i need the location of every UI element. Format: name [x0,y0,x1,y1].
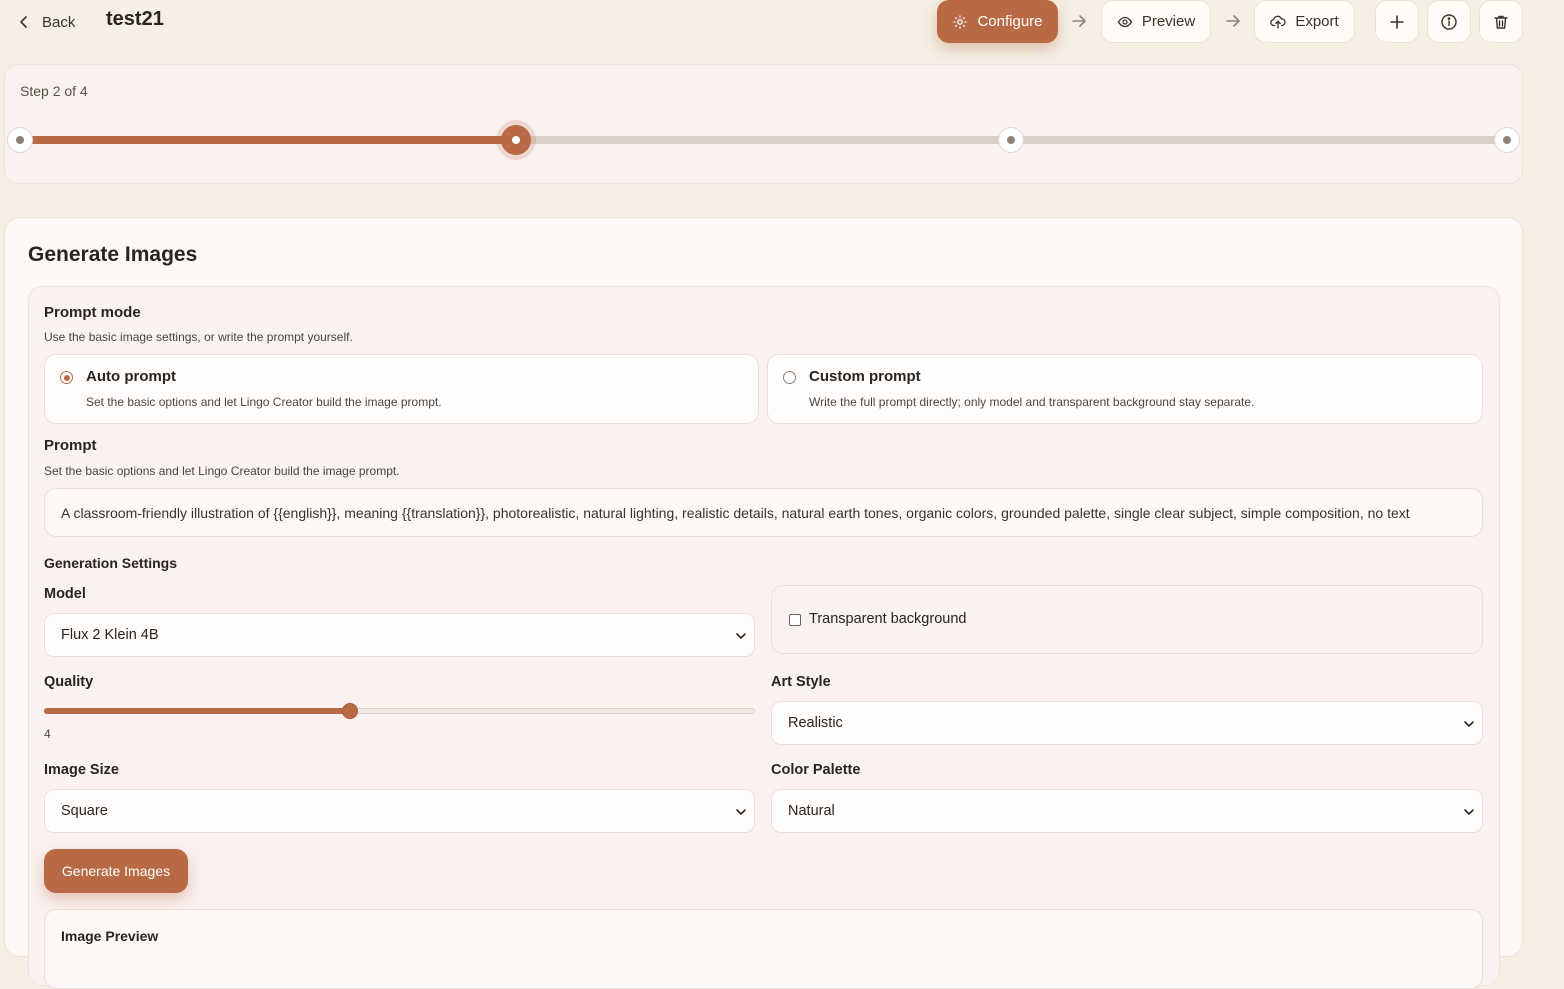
custom-prompt-radio[interactable] [783,371,796,384]
image-preview-card: Image Preview [44,909,1483,989]
art-style-value: Realistic [788,715,843,731]
step-indicator: Step 2 of 4 [20,83,88,99]
transparent-background-label: Transparent background [809,611,967,627]
progress-card: Step 2 of 4 [4,64,1523,184]
chevron-down-icon [1464,721,1474,727]
transparent-background-option[interactable]: Transparent background [771,585,1483,654]
back-button[interactable]: Back [16,10,75,34]
chevron-left-icon [20,16,27,28]
custom-prompt-option[interactable]: Custom prompt Write the full prompt dire… [767,354,1483,424]
chevron-down-icon [1464,809,1474,815]
delete-button[interactable] [1479,0,1523,43]
trash-icon [1494,15,1508,29]
quality-label: Quality [44,674,94,690]
prompt-input[interactable]: A classroom-friendly illustration of {{e… [44,488,1483,537]
art-style-label: Art Style [771,674,831,690]
auto-prompt-option[interactable]: Auto prompt Set the basic options and le… [44,354,759,424]
step-dot-3[interactable] [998,127,1024,153]
progress-track [20,136,1508,144]
art-style-select[interactable]: Realistic [771,701,1483,745]
add-button[interactable] [1375,0,1419,43]
quality-slider-thumb[interactable] [341,703,358,719]
step-dot-1[interactable] [7,127,33,153]
prompt-mode-help: Use the basic image settings, or write t… [44,330,353,344]
generation-settings-heading: Generation Settings [44,555,178,571]
color-palette-label: Color Palette [771,762,861,778]
progress-fill [20,136,516,144]
auto-prompt-desc: Set the basic options and let Lingo Crea… [86,395,442,409]
prompt-mode-label: Prompt mode [44,304,141,321]
model-value: Flux 2 Klein 4B [61,627,159,643]
configure-label: Configure [977,13,1043,30]
quality-value: 4 [44,727,51,741]
plus-icon [1390,14,1404,29]
auto-prompt-radio[interactable] [60,371,73,384]
export-button[interactable]: Export [1254,0,1355,43]
prompt-label: Prompt [44,437,97,454]
section-title: Generate Images [28,243,198,266]
prompt-help: Set the basic options and let Lingo Crea… [44,464,400,478]
gear-icon [953,15,967,28]
step-dot-2[interactable] [501,125,531,155]
preview-label: Preview [1141,13,1196,30]
info-icon [1441,13,1457,30]
cloud-upload-icon [1270,15,1286,29]
image-size-value: Square [61,803,108,819]
transparent-background-checkbox[interactable] [789,614,801,626]
quality-slider-fill [44,708,350,714]
custom-prompt-desc: Write the full prompt directly; only mod… [809,395,1255,409]
image-preview-title: Image Preview [61,928,159,944]
generate-images-card: Generate Images Prompt mode Use the basi… [4,217,1523,989]
quality-slider[interactable] [44,703,755,719]
arrow-right-icon [1226,15,1240,27]
generate-form: Prompt mode Use the basic image settings… [28,286,1500,989]
eye-icon [1117,16,1133,27]
image-size-select[interactable]: Square [44,789,755,833]
configure-button[interactable]: Configure [937,0,1058,43]
export-label: Export [1295,13,1339,30]
color-palette-select[interactable]: Natural [771,789,1483,833]
image-size-label: Image Size [44,762,119,778]
back-label: Back [42,13,76,31]
custom-prompt-title: Custom prompt [809,368,921,385]
color-palette-value: Natural [788,803,835,819]
step-dot-4[interactable] [1494,127,1520,153]
arrow-right-icon [1072,15,1086,27]
chevron-down-icon [736,809,746,815]
top-bar: Back test21 Configure Preview Export [0,0,1564,44]
model-label: Model [44,586,86,602]
info-button[interactable] [1427,0,1471,43]
preview-button[interactable]: Preview [1101,0,1211,43]
generate-images-button[interactable]: Generate Images [44,849,188,893]
auto-prompt-title: Auto prompt [86,368,176,385]
page-title: test21 [106,8,164,30]
chevron-down-icon [736,633,746,639]
model-select[interactable]: Flux 2 Klein 4B [44,613,755,657]
